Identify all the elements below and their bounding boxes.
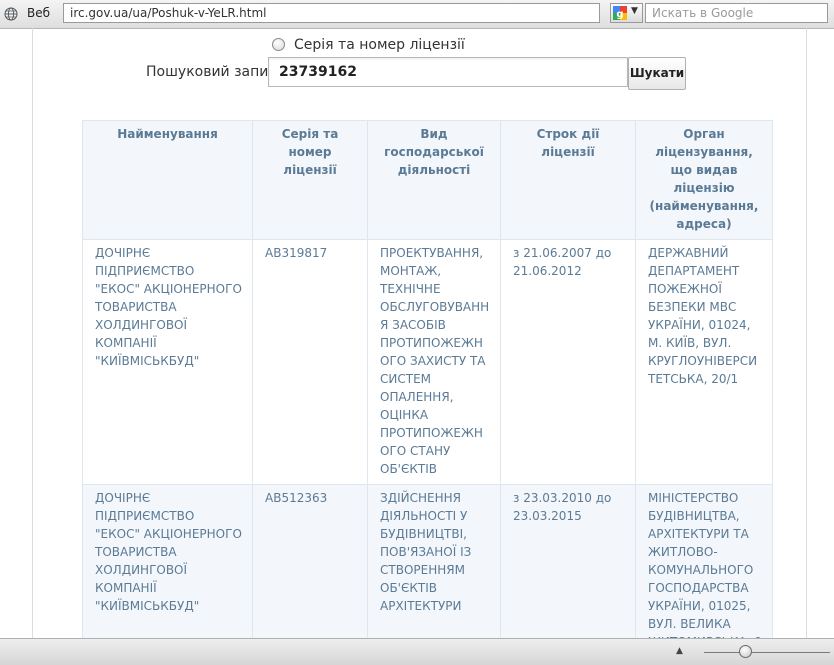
web-tab-label[interactable]: Веб: [27, 6, 50, 20]
license-results-table: Найменування Серія та номер ліцензії Вид…: [82, 120, 773, 658]
globe-icon: [4, 7, 18, 21]
header-name: Найменування: [82, 120, 253, 240]
browser-toolbar: Веб irc.gov.ua/ua/Poshuk-v-YeLR.html g ▼…: [0, 0, 834, 29]
cell-activity: ЗДІЙСНЕННЯ ДІЯЛЬНОСТІ У БУДІВНИЦТВІ, ПОВ…: [367, 484, 501, 658]
search-engine-selector[interactable]: g ▼: [610, 3, 643, 23]
cell-license: АВ319817: [252, 239, 368, 485]
browser-status-bar: ▲: [0, 638, 834, 665]
cell-name: ДОЧІРНЄ ПІДПРИЄМСТВО "ЕКОС" АКЦІОНЕРНОГО…: [82, 484, 253, 658]
search-button[interactable]: Шукати: [628, 57, 686, 90]
address-bar[interactable]: irc.gov.ua/ua/Poshuk-v-YeLR.html: [63, 3, 600, 23]
license-radio-button[interactable]: [272, 38, 285, 51]
scroll-up-icon[interactable]: ▲: [676, 646, 683, 656]
cell-term: з 21.06.2007 до 21.06.2012: [500, 239, 636, 485]
cell-term: з 23.03.2010 до 23.03.2015: [500, 484, 636, 658]
header-authority: Орган ліцензування, що видав ліцензію (н…: [635, 120, 773, 240]
cell-license: АВ512363: [252, 484, 368, 658]
cell-activity: ПРОЕКТУВАННЯ, МОНТАЖ, ТЕХНІЧНЕ ОБСЛУГОВУ…: [367, 239, 501, 485]
google-search-input[interactable]: Искать в Google: [645, 3, 828, 23]
svg-text:g: g: [616, 9, 623, 20]
search-query-input[interactable]: 23739162: [268, 57, 628, 87]
query-label: Пошуковий запит:: [146, 64, 282, 80]
table-header-row: Найменування Серія та номер ліцензії Вид…: [82, 120, 773, 240]
chevron-down-icon: ▼: [631, 6, 638, 16]
cell-name: ДОЧІРНЄ ПІДПРИЄМСТВО "ЕКОС" АКЦІОНЕРНОГО…: [82, 239, 253, 485]
zoom-slider-handle[interactable]: [739, 645, 752, 658]
google-icon: g: [613, 6, 627, 20]
header-license: Серія та номер ліцензії: [252, 120, 368, 240]
license-radio-label[interactable]: Серія та номер ліцензії: [294, 37, 465, 53]
header-term: Строк дії ліцензії: [500, 120, 636, 240]
header-activity: Вид господарської діяльності: [367, 120, 501, 240]
cell-authority: МІНІСТЕРСТВО БУДІВНИЦТВА, АРХІТЕКТУРИ ТА…: [635, 484, 773, 658]
zoom-slider-track[interactable]: [704, 652, 830, 653]
table-row: ДОЧІРНЄ ПІДПРИЄМСТВО "ЕКОС" АКЦІОНЕРНОГО…: [82, 239, 773, 485]
table-row: ДОЧІРНЄ ПІДПРИЄМСТВО "ЕКОС" АКЦІОНЕРНОГО…: [82, 484, 773, 658]
cell-authority: ДЕРЖАВНИЙ ДЕПАРТАМЕНТ ПОЖЕЖНОЇ БЕЗПЕКИ М…: [635, 239, 773, 485]
